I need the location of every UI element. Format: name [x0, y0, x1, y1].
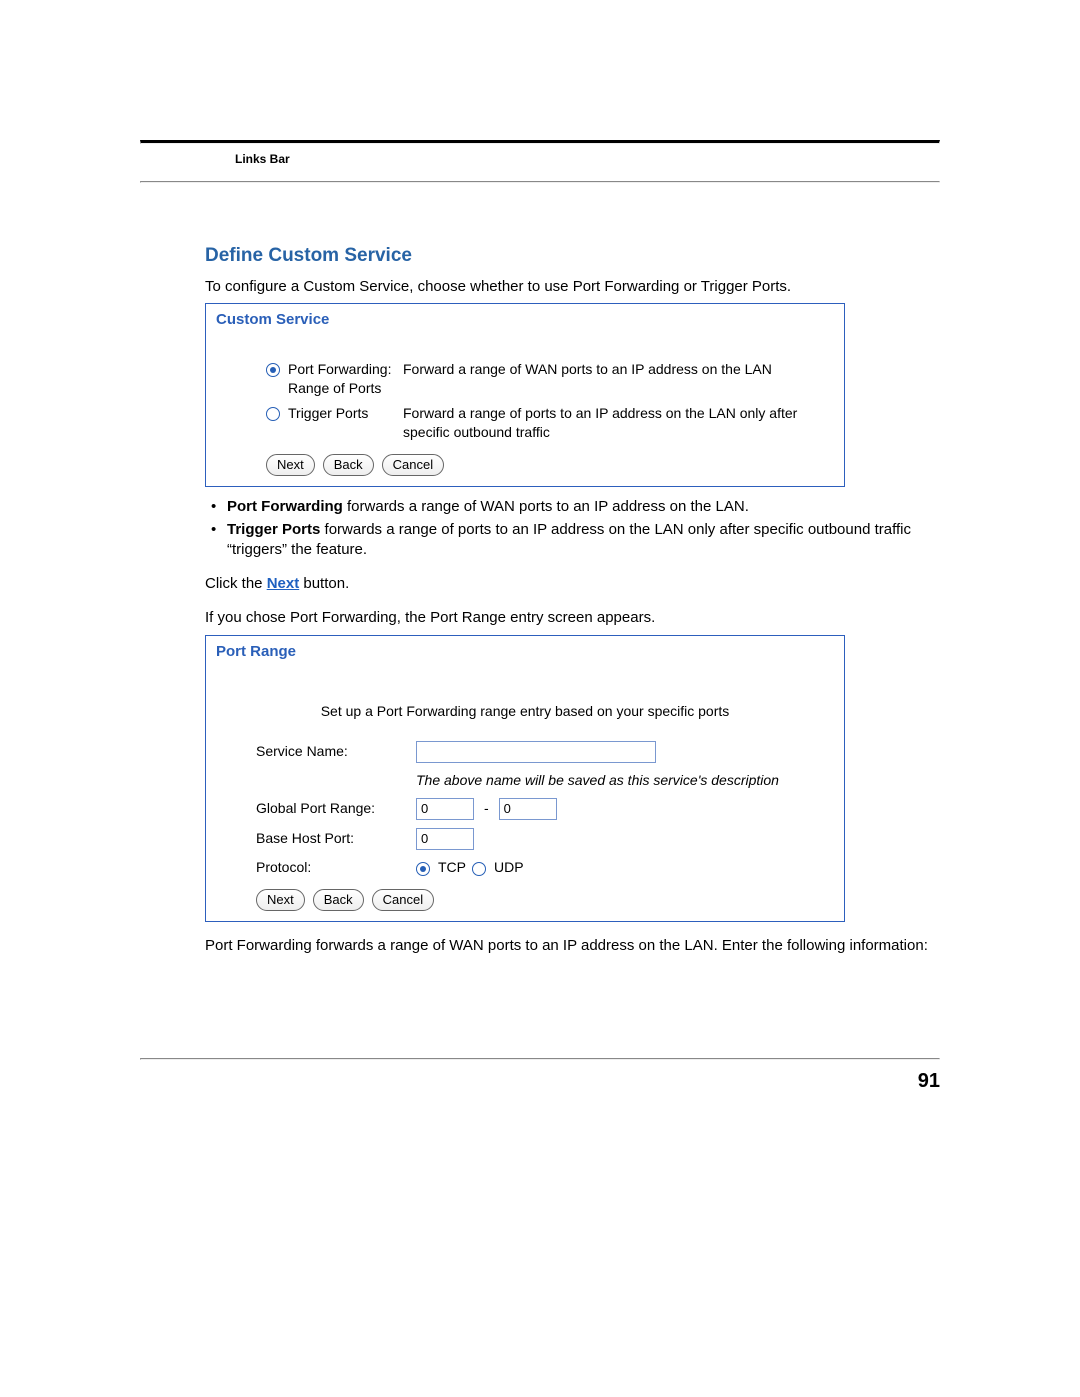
range-dash: - [484, 799, 489, 818]
protocol-tcp-radio[interactable] [416, 862, 430, 876]
closing-paragraph: Port Forwarding forwards a range of WAN … [205, 936, 940, 956]
back-button[interactable]: Back [313, 889, 364, 912]
option-trigger-ports-desc: Forward a range of ports to an IP addres… [403, 404, 834, 442]
click-next-line: Click the Next button. [205, 574, 940, 594]
click-next-suffix: button. [299, 575, 349, 592]
bullet-term: Trigger Ports [227, 521, 320, 538]
radio-selected-icon[interactable] [266, 363, 280, 377]
custom-service-panel: Custom Service Port Forwarding: Range of… [205, 303, 845, 487]
bullet-port-forwarding: Port Forwarding forwards a range of WAN … [205, 497, 940, 517]
back-button[interactable]: Back [323, 454, 374, 477]
explanation-bullets: Port Forwarding forwards a range of WAN … [205, 497, 940, 560]
next-button[interactable]: Next [266, 454, 315, 477]
protocol-udp-radio[interactable] [472, 862, 486, 876]
port-range-panel: Port Range Set up a Port Forwarding rang… [205, 635, 845, 922]
option-port-forwarding-label: Port Forwarding: Range of Ports [288, 360, 403, 398]
bullet-trigger-ports: Trigger Ports forwards a range of ports … [205, 520, 940, 561]
top-thick-rule [140, 140, 940, 144]
port-range-title: Port Range [216, 642, 834, 662]
top-thin-rule [140, 181, 940, 183]
row-base-host-port: Base Host Port: [216, 828, 834, 850]
base-host-port-label: Base Host Port: [256, 829, 416, 848]
option-trigger-ports-label: Trigger Ports [288, 404, 403, 423]
section-intro: To configure a Custom Service, choose wh… [205, 277, 940, 297]
global-port-from-input[interactable] [416, 798, 474, 820]
custom-service-buttons: Next Back Cancel [266, 454, 834, 477]
protocol-udp-label: UDP [494, 858, 524, 877]
bullet-text: forwards a range of WAN ports to an IP a… [343, 498, 749, 515]
footer-rule [140, 1058, 940, 1060]
row-protocol: Protocol: TCP UDP [216, 858, 834, 877]
custom-service-title: Custom Service [216, 310, 834, 330]
option-port-forwarding[interactable]: Port Forwarding: Range of Ports Forward … [216, 360, 834, 398]
row-service-name: Service Name: [216, 741, 834, 763]
protocol-label: Protocol: [256, 858, 416, 877]
next-link[interactable]: Next [267, 575, 300, 592]
service-name-label: Service Name: [256, 742, 416, 761]
protocol-tcp-label: TCP [438, 858, 466, 877]
cancel-button[interactable]: Cancel [372, 889, 434, 912]
bullet-term: Port Forwarding [227, 498, 343, 515]
next-button[interactable]: Next [256, 889, 305, 912]
row-global-port-range: Global Port Range: - [216, 798, 834, 820]
option-port-forwarding-desc: Forward a range of WAN ports to an IP ad… [403, 360, 834, 379]
port-range-intro-text: If you chose Port Forwarding, the Port R… [205, 608, 940, 628]
global-port-range-label: Global Port Range: [256, 799, 416, 818]
port-range-intro: Set up a Port Forwarding range entry bas… [216, 702, 834, 721]
cancel-button[interactable]: Cancel [382, 454, 444, 477]
service-name-hint: The above name will be saved as this ser… [416, 771, 779, 790]
document-page: Links Bar Define Custom Service To confi… [0, 0, 1080, 1397]
base-host-port-input[interactable] [416, 828, 474, 850]
bullet-text: forwards a range of ports to an IP addre… [227, 521, 911, 558]
port-range-buttons: Next Back Cancel [256, 889, 834, 912]
row-service-name-hint: The above name will be saved as this ser… [216, 771, 834, 790]
content-area: Define Custom Service To configure a Cus… [205, 243, 940, 956]
option-trigger-ports[interactable]: Trigger Ports Forward a range of ports t… [216, 404, 834, 442]
page-number: 91 [918, 1068, 940, 1095]
click-next-prefix: Click the [205, 575, 267, 592]
header-label: Links Bar [235, 151, 940, 167]
global-port-to-input[interactable] [499, 798, 557, 820]
radio-unselected-icon[interactable] [266, 407, 280, 421]
section-title: Define Custom Service [205, 243, 940, 269]
service-name-input[interactable] [416, 741, 656, 763]
